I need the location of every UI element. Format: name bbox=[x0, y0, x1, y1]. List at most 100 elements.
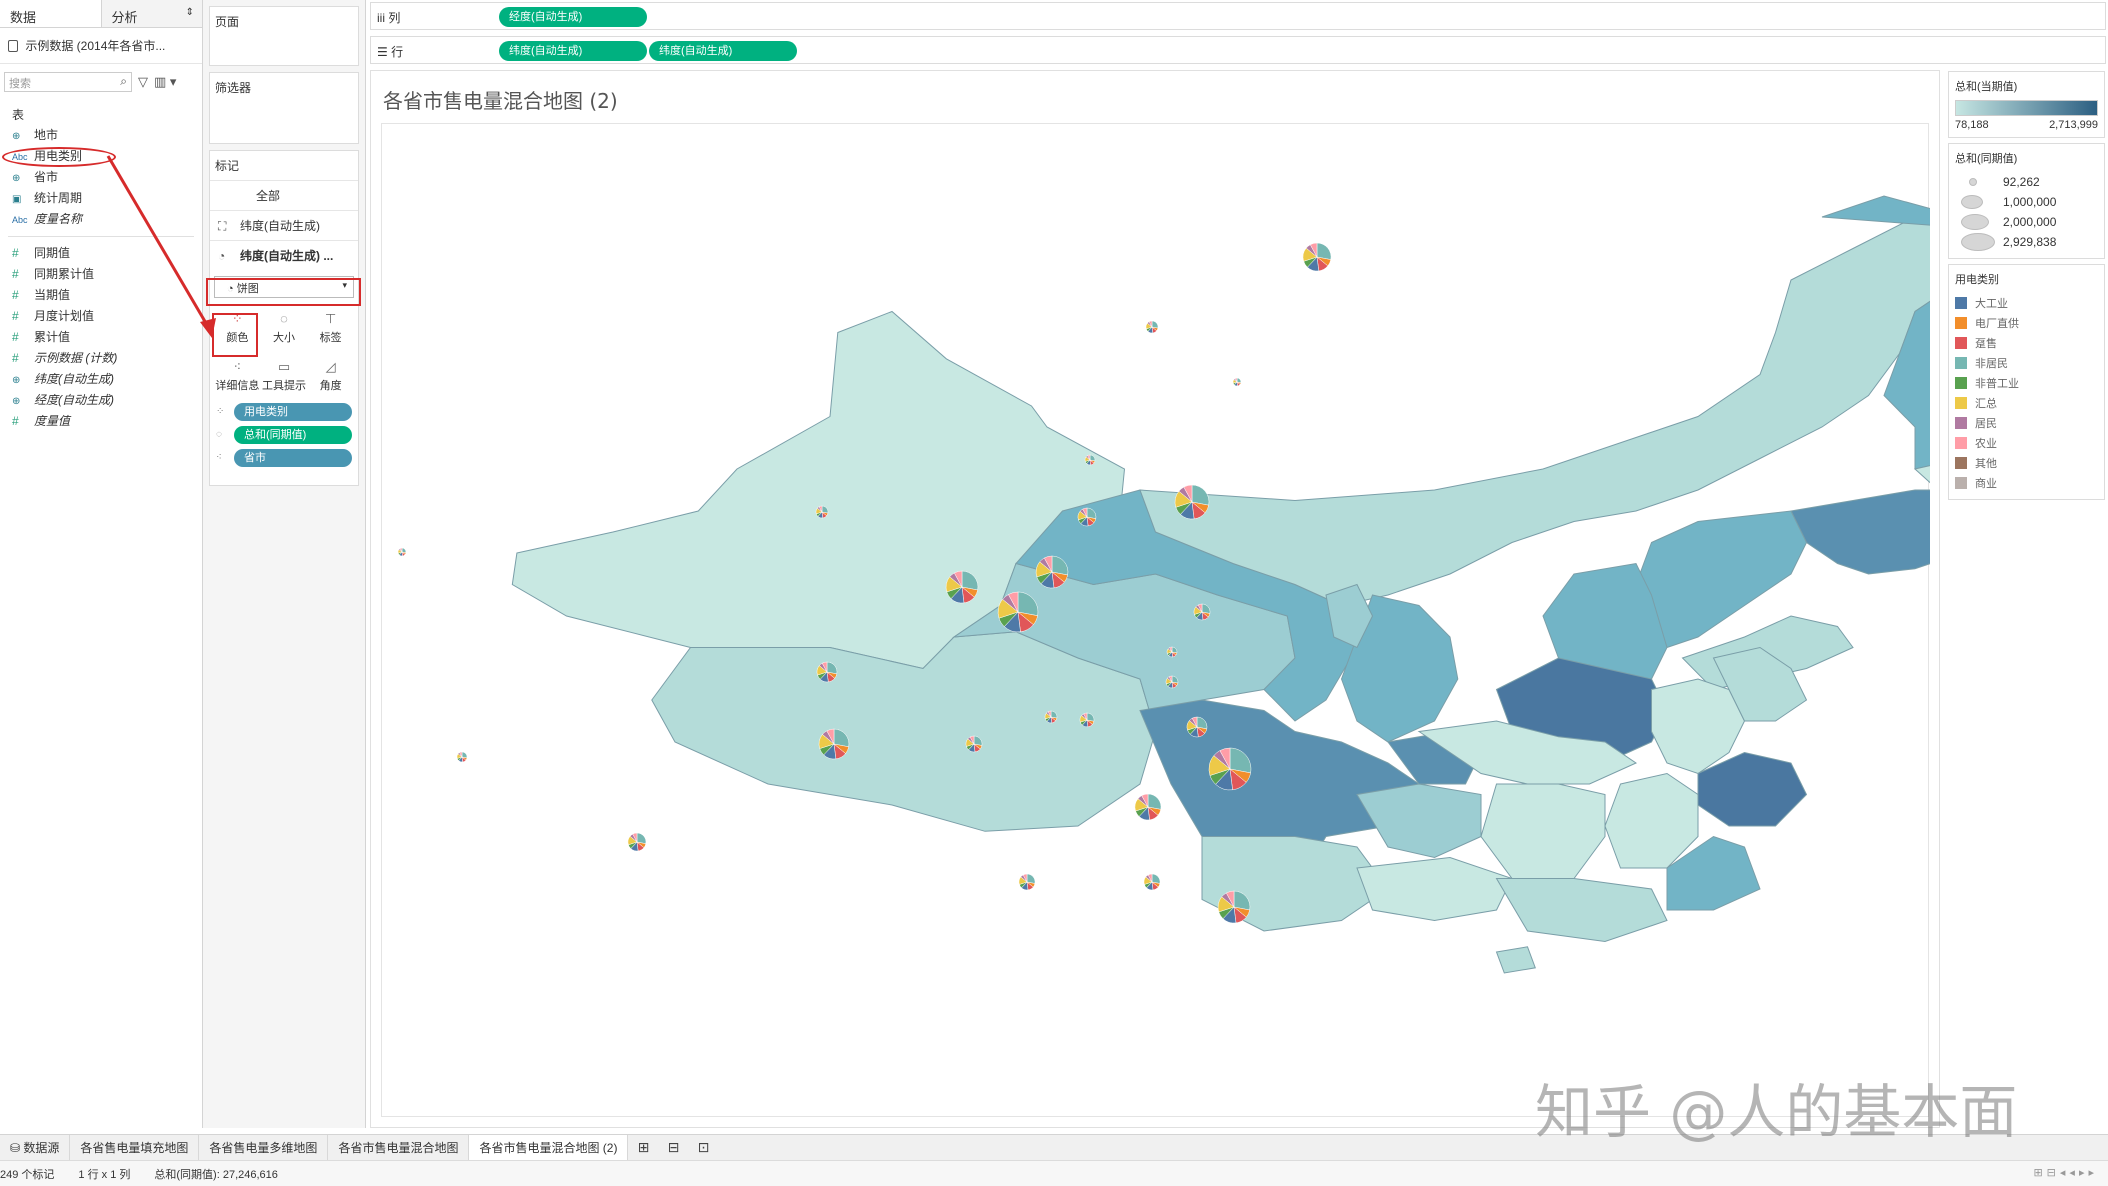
field-label: 统计周期 bbox=[34, 191, 83, 205]
color-legend[interactable]: 总和(当期值) 78,188 2,713,999 bbox=[1948, 71, 2105, 138]
field-item[interactable]: # 示例数据 (计数) bbox=[0, 348, 202, 369]
pie-marker[interactable] bbox=[1302, 242, 1332, 272]
category-legend-row[interactable]: 电厂直供 bbox=[1955, 313, 2098, 333]
region-guangxi[interactable] bbox=[1356, 856, 1513, 922]
size-button[interactable]: ◌ 大小 bbox=[261, 306, 308, 350]
pie-marker[interactable] bbox=[1165, 675, 1179, 689]
mark-pill[interactable]: 用电类别 bbox=[234, 402, 352, 421]
field-item[interactable]: # 度量值 bbox=[0, 411, 202, 432]
category-legend-row[interactable]: 非普工业 bbox=[1955, 373, 2098, 393]
pie-marker[interactable] bbox=[1208, 747, 1252, 791]
region-guangdong[interactable] bbox=[1495, 878, 1668, 943]
region-innermongolia[interactable] bbox=[1139, 216, 1930, 607]
field-item[interactable]: Abc 用电类别 bbox=[0, 146, 202, 167]
category-legend-row[interactable]: 居民 bbox=[1955, 413, 2098, 433]
category-legend-row[interactable]: 非居民 bbox=[1955, 353, 2098, 373]
tab-datasource[interactable]: ⛁ 数据源 bbox=[0, 1134, 71, 1161]
field-item[interactable]: ⊕ 经度(自动生成) bbox=[0, 390, 202, 411]
field-item[interactable]: ⊕ 地市 bbox=[0, 125, 202, 146]
pie-marker[interactable] bbox=[1079, 712, 1095, 728]
tab-data[interactable]: 数据 bbox=[0, 0, 101, 27]
category-legend-row[interactable]: 大工业 bbox=[1955, 293, 2098, 313]
field-item[interactable]: # 月度计划值 bbox=[0, 306, 202, 327]
pie-marker[interactable] bbox=[1232, 377, 1242, 387]
pie-marker[interactable] bbox=[1035, 555, 1069, 589]
search-input[interactable]: 搜索 ⌕ bbox=[4, 72, 132, 92]
tooltip-button[interactable]: ▭ 工具提示 bbox=[261, 354, 308, 398]
pie-marker[interactable] bbox=[627, 832, 647, 852]
pie-marker[interactable] bbox=[1217, 890, 1251, 924]
field-item[interactable]: # 同期值 bbox=[0, 243, 202, 264]
rows-pill-2[interactable]: 纬度(自动生成) bbox=[649, 41, 797, 61]
category-legend-row[interactable]: 农业 bbox=[1955, 433, 2098, 453]
marks-layer-row[interactable]: ⛶ 纬度(自动生成) bbox=[210, 210, 358, 240]
field-item[interactable]: ⊕ 省市 bbox=[0, 167, 202, 188]
field-item[interactable]: # 累计值 bbox=[0, 327, 202, 348]
region-liaoning[interactable] bbox=[1790, 489, 1930, 575]
tab-analysis[interactable]: 分析 ⇕ bbox=[100, 0, 202, 27]
field-item[interactable]: Abc 度量名称 bbox=[0, 209, 202, 230]
mark-pill[interactable]: 省市 bbox=[234, 448, 352, 467]
columns-shelf[interactable]: iii 列 经度(自动生成) bbox=[370, 2, 2106, 30]
pie-marker[interactable] bbox=[1193, 603, 1211, 621]
pie-marker[interactable] bbox=[1186, 716, 1208, 738]
new-sheet-icon[interactable]: ⊞ bbox=[628, 1139, 658, 1156]
angle-button[interactable]: ◿ 角度 bbox=[307, 354, 354, 398]
columns-pill[interactable]: 经度(自动生成) bbox=[499, 7, 647, 27]
size-legend[interactable]: 总和(同期值) 92,262 1,000,000 2,000,000 2,929,83… bbox=[1948, 143, 2105, 259]
filter-icon[interactable]: ▽ bbox=[138, 74, 148, 90]
pie-marker[interactable] bbox=[997, 591, 1039, 633]
new-dashboard-icon[interactable]: ⊟ bbox=[658, 1139, 688, 1156]
field-item[interactable]: # 同期累计值 bbox=[0, 264, 202, 285]
pie-marker[interactable] bbox=[1018, 873, 1036, 891]
sheet-nav-icons[interactable]: ⊞⊟◂◂▸▸ bbox=[2033, 1166, 2098, 1179]
sheet-tab[interactable]: 各省售电量填充地图 bbox=[70, 1134, 200, 1161]
region-hunan[interactable] bbox=[1480, 783, 1606, 879]
region-hainan[interactable] bbox=[1495, 946, 1536, 974]
pie-marker[interactable] bbox=[1044, 710, 1058, 724]
marks-layer-row[interactable]: 全部 bbox=[210, 180, 358, 210]
datasource-item[interactable]: 示例数据 (2014年各省市... bbox=[0, 28, 202, 64]
category-legend-row[interactable]: 商业 bbox=[1955, 473, 2098, 493]
rows-shelf[interactable]: ☰ 行 纬度(自动生成) 纬度(自动生成) bbox=[370, 36, 2106, 64]
pie-marker[interactable] bbox=[945, 570, 979, 604]
pie-marker[interactable] bbox=[1166, 646, 1178, 658]
filters-card[interactable]: 筛选器 bbox=[209, 72, 359, 144]
category-legend-row[interactable]: 汇总 bbox=[1955, 393, 2098, 413]
pages-card[interactable]: 页面 bbox=[209, 6, 359, 66]
label-button[interactable]: ⊤ 标签 bbox=[307, 306, 354, 350]
category-legend-row[interactable]: 其他 bbox=[1955, 453, 2098, 473]
sheet-tab[interactable]: 各省市售电量混合地图 (2) bbox=[469, 1134, 629, 1161]
pie-marker[interactable] bbox=[1084, 454, 1096, 466]
pie-marker[interactable] bbox=[1077, 507, 1097, 527]
field-item[interactable]: # 当期值 bbox=[0, 285, 202, 306]
pie-marker[interactable] bbox=[818, 728, 850, 760]
pie-marker[interactable] bbox=[456, 751, 468, 763]
field-item[interactable]: ⊕ 纬度(自动生成) bbox=[0, 369, 202, 390]
detail-button[interactable]: ⁖ 详细信息 bbox=[214, 354, 261, 398]
category-legend[interactable]: 用电类别 大工业 电厂直供 趸售 非居民 非普工业 汇总 居民 农业 其他 商业 bbox=[1948, 264, 2105, 500]
pie-marker[interactable] bbox=[816, 661, 838, 683]
pie-marker[interactable] bbox=[965, 735, 983, 753]
region-zhejiang[interactable] bbox=[1697, 751, 1808, 827]
field-item[interactable]: ▣ 统计周期 bbox=[0, 188, 202, 209]
sheet-tab[interactable]: 各省售电量多维地图 bbox=[199, 1134, 329, 1161]
pie-marker[interactable] bbox=[397, 547, 407, 557]
datasource-tab-icon: ⛁ bbox=[10, 1140, 24, 1155]
pie-marker[interactable] bbox=[1134, 793, 1162, 821]
view-options-icon[interactable]: ▥ ▾ bbox=[154, 74, 176, 90]
region-jiangxi[interactable] bbox=[1604, 772, 1699, 869]
region-guizhou[interactable] bbox=[1356, 783, 1482, 859]
sheet-tab[interactable]: 各省市售电量混合地图 bbox=[328, 1134, 470, 1161]
category-legend-row[interactable]: 趸售 bbox=[1955, 333, 2098, 353]
new-story-icon[interactable]: ⊡ bbox=[688, 1139, 718, 1156]
pie-marker[interactable] bbox=[1145, 320, 1159, 334]
pie-marker[interactable] bbox=[815, 505, 829, 519]
china-map[interactable] bbox=[382, 124, 1930, 1118]
map-frame[interactable] bbox=[381, 123, 1930, 1118]
mark-pill[interactable]: 总和(同期值) bbox=[234, 425, 352, 444]
rows-pill-1[interactable]: 纬度(自动生成) bbox=[499, 41, 647, 61]
pie-marker[interactable] bbox=[1174, 484, 1210, 520]
pie-marker[interactable] bbox=[1143, 873, 1161, 891]
marks-layer-row[interactable]: ◔ 纬度(自动生成) ... bbox=[210, 240, 358, 270]
